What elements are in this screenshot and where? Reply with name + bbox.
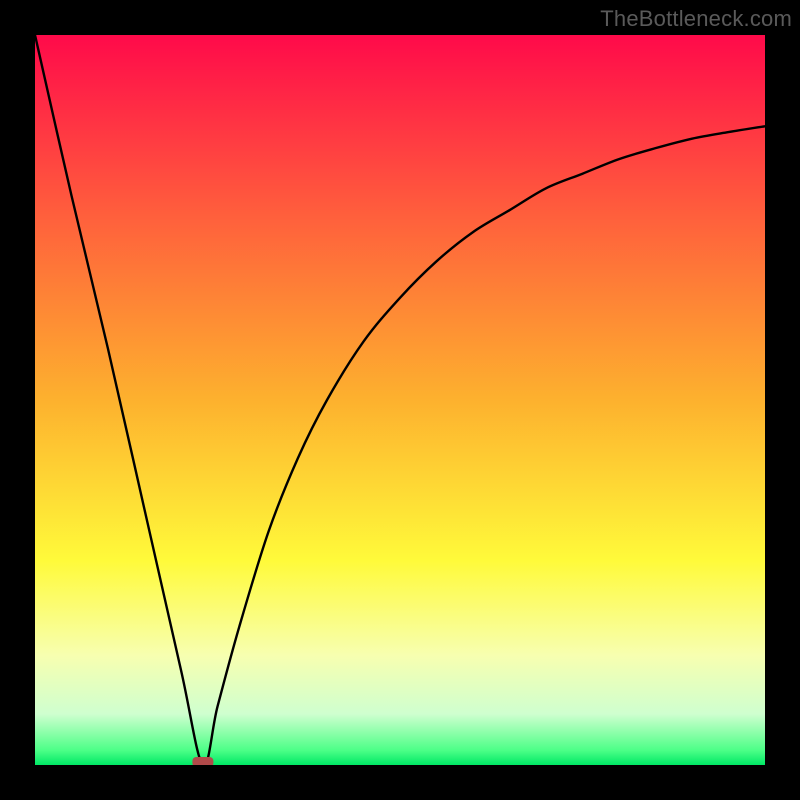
minimum-marker	[192, 757, 213, 765]
watermark-text: TheBottleneck.com	[600, 6, 792, 32]
chart-background	[35, 35, 765, 765]
chart-frame: TheBottleneck.com	[0, 0, 800, 800]
chart-plot	[35, 35, 765, 765]
